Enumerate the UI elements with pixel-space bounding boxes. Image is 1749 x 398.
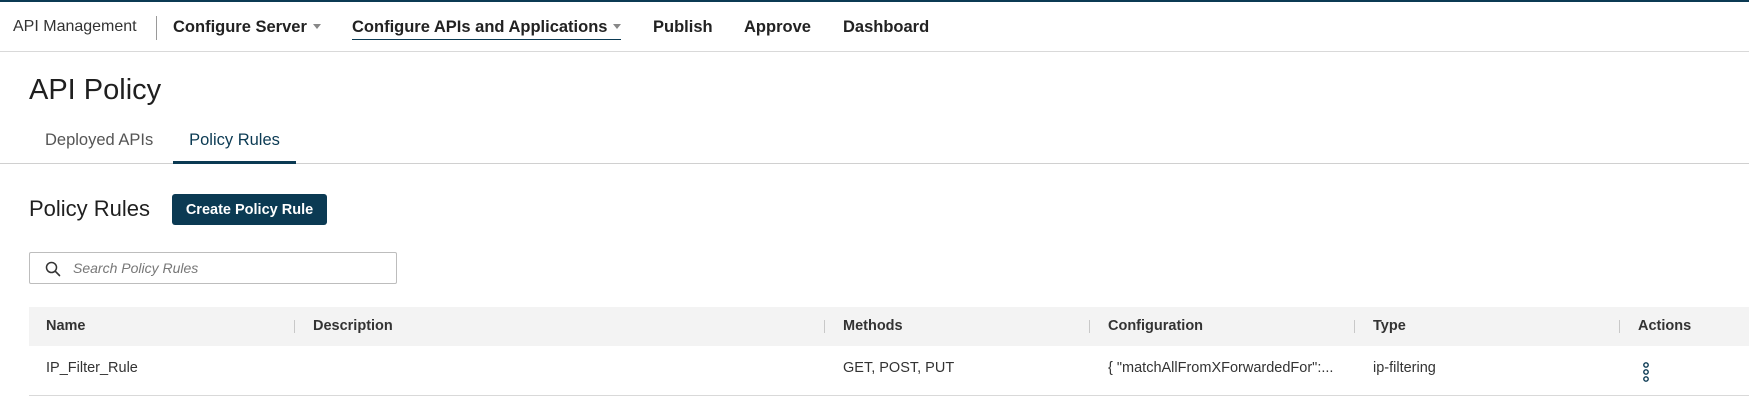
column-header-name[interactable]: Name (46, 318, 86, 334)
page-tabs: Deployed APIs Policy Rules (0, 118, 1749, 164)
column-header-description[interactable]: Description (313, 318, 393, 334)
top-navigation-bar: API Management Configure Server Configur… (0, 0, 1749, 52)
table-row[interactable]: IP_Filter_Rule GET, POST, PUT { "matchAl… (29, 347, 1749, 396)
column-divider[interactable] (1354, 320, 1355, 333)
column-divider[interactable] (1089, 320, 1090, 333)
column-divider[interactable] (294, 320, 295, 333)
cell-type: ip-filtering (1373, 360, 1436, 376)
column-header-methods[interactable]: Methods (843, 318, 903, 334)
brand-divider (156, 16, 157, 40)
tab-deployed-apis[interactable]: Deployed APIs (45, 131, 153, 150)
nav-dashboard[interactable]: Dashboard (843, 18, 929, 37)
section-title: Policy Rules (29, 196, 151, 221)
cell-name: IP_Filter_Rule (46, 360, 138, 376)
column-divider[interactable] (824, 320, 825, 333)
cell-configuration: { "matchAllFromXForwardedFor":... (1108, 360, 1334, 376)
column-header-type[interactable]: Type (1373, 318, 1406, 334)
caret-down-icon (312, 24, 321, 29)
search-icon (45, 261, 61, 277)
nav-configure-server-label: Configure Server (173, 18, 307, 36)
more-vertical-icon[interactable] (1639, 361, 1653, 383)
nav-configure-server[interactable]: Configure Server (173, 18, 321, 37)
column-header-actions: Actions (1638, 318, 1692, 334)
nav-configure-apis-label: Configure APIs and Applications (352, 18, 608, 36)
table-header: Name Description Methods Configuration T… (29, 307, 1749, 346)
nav-configure-apis[interactable]: Configure APIs and Applications (352, 18, 622, 40)
tab-policy-rules[interactable]: Policy Rules (173, 131, 296, 164)
caret-down-icon (613, 24, 622, 29)
nav-publish[interactable]: Publish (653, 18, 713, 37)
create-policy-rule-button[interactable]: Create Policy Rule (172, 194, 327, 225)
search-box[interactable] (29, 252, 397, 284)
column-divider[interactable] (1619, 320, 1620, 333)
nav-approve[interactable]: Approve (744, 18, 811, 37)
page-title: API Policy (29, 74, 162, 106)
app-brand: API Management (13, 18, 137, 35)
cell-methods: GET, POST, PUT (843, 360, 955, 376)
search-input[interactable] (73, 258, 383, 278)
column-header-configuration[interactable]: Configuration (1108, 318, 1203, 334)
